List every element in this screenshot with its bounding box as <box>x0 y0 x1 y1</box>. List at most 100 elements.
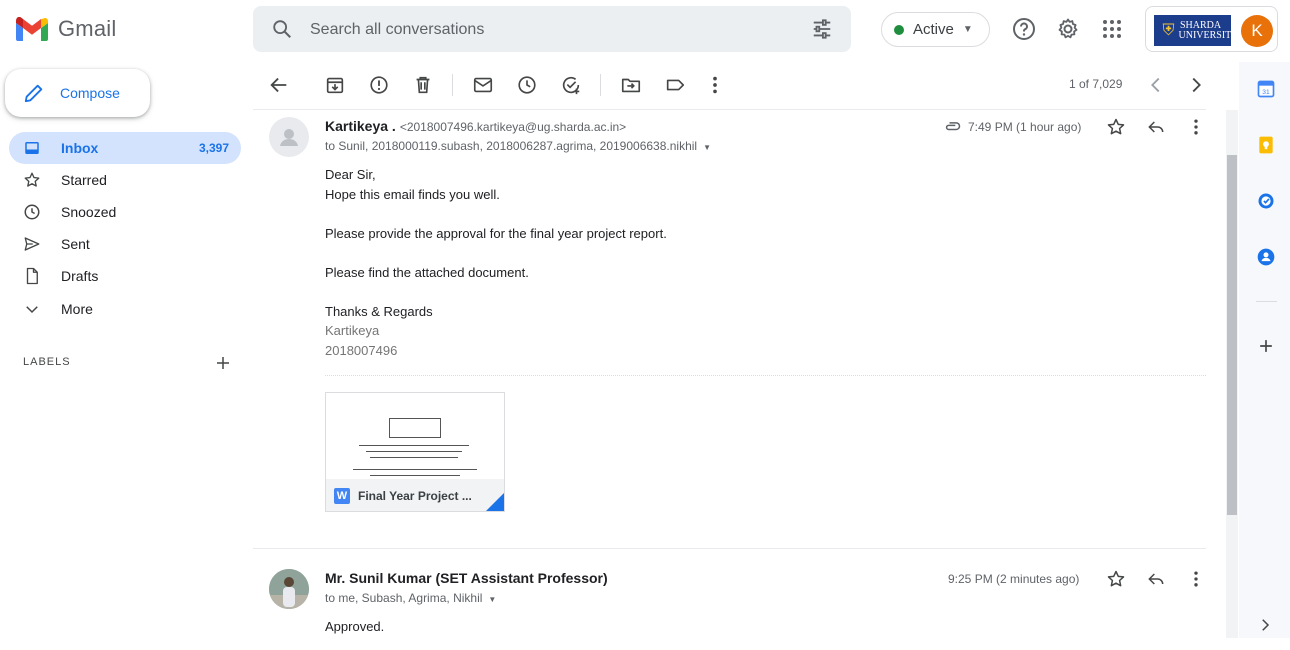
inbox-icon <box>25 142 39 154</box>
status-dot <box>894 24 904 35</box>
contacts-icon[interactable] <box>1256 247 1276 267</box>
add-addon-plus-icon[interactable] <box>1256 336 1276 356</box>
recipients-line[interactable]: to Sunil, 2018000119.subash, 2018006287.… <box>325 139 711 153</box>
sidebar-item-label: More <box>61 301 93 317</box>
labels-heading: LABELS <box>23 356 71 368</box>
chevron-down-icon <box>26 306 38 314</box>
gmail-m-icon <box>16 17 48 41</box>
sidebar-item-sent[interactable]: Sent <box>9 228 241 260</box>
file-icon <box>26 267 38 285</box>
sender-name[interactable]: Mr. Sunil Kumar (SET Assistant Professor… <box>325 570 608 586</box>
search-bar[interactable]: Search all conversations <box>253 6 851 52</box>
gmail-logo[interactable]: Gmail <box>16 16 116 42</box>
message-timestamp: 7:49 PM (1 hour ago) <box>968 120 1082 134</box>
account-avatar[interactable]: K <box>1241 15 1273 47</box>
reply-icon[interactable] <box>1146 117 1166 137</box>
document-logo-image <box>389 418 441 438</box>
sidebar-item-label: Drafts <box>61 268 99 284</box>
message-body-line: Dear Sir, <box>325 167 376 182</box>
attachment-divider <box>325 375 1206 376</box>
account-switcher[interactable]: ⛨ SHARDA UNIVERSITY K <box>1145 6 1278 52</box>
scrollbar-thumb[interactable] <box>1227 155 1237 515</box>
unread-count: 3,397 <box>198 141 229 155</box>
sidebar-item-label: Starred <box>61 172 107 188</box>
more-vertical-icon[interactable] <box>704 74 726 96</box>
search-icon[interactable] <box>271 18 293 40</box>
profile-photo-icon <box>269 569 309 609</box>
sidebar-item-more[interactable]: More <box>9 293 241 325</box>
signature-name: Kartikeya <box>325 323 380 338</box>
sidebar-item-label: Snoozed <box>61 204 117 220</box>
page-corner-fold <box>484 493 504 511</box>
message-timestamp: 9:25 PM (2 minutes ago) <box>948 572 1080 586</box>
chevron-left-icon[interactable] <box>1145 74 1167 96</box>
sender-email: <2018007496.kartikeya@ug.sharda.ac.in> <box>399 120 627 134</box>
compose-label: Compose <box>60 85 120 101</box>
message-body-line: Hope this email finds you well. <box>325 187 500 202</box>
back-arrow-icon[interactable] <box>268 74 290 96</box>
chevron-right-icon[interactable] <box>1185 74 1207 96</box>
compose-button[interactable]: Compose <box>5 69 150 117</box>
toolbar-divider <box>600 74 601 96</box>
star-icon[interactable] <box>1106 569 1126 589</box>
apps-grid-icon[interactable] <box>1100 17 1124 41</box>
recipients-line[interactable]: to me, Subash, Agrima, Nikhil ▼ <box>325 591 496 605</box>
sidebar-item-label: Inbox <box>61 140 99 156</box>
search-options-icon[interactable] <box>811 18 833 40</box>
status-label: Active <box>913 21 954 38</box>
calendar-icon[interactable]: 31 <box>1256 79 1276 99</box>
message-divider <box>253 109 1206 110</box>
report-spam-icon[interactable] <box>368 74 390 96</box>
caret-down-icon[interactable]: ▼ <box>703 143 711 152</box>
reply-icon[interactable] <box>1146 569 1166 589</box>
snooze-clock-icon[interactable] <box>516 74 538 96</box>
pagination-text: 1 of 7,029 <box>1069 77 1123 91</box>
attachment-filename: Final Year Project ... <box>358 489 472 503</box>
signature-id: 2018007496 <box>325 343 398 358</box>
word-doc-icon: W <box>334 488 350 504</box>
sender-avatar[interactable] <box>269 117 309 157</box>
archive-icon[interactable] <box>324 74 346 96</box>
caret-down-icon: ▼ <box>962 24 973 35</box>
app-name: Gmail <box>58 16 117 41</box>
message-divider <box>253 548 1206 549</box>
status-selector[interactable]: Active ▼ <box>881 12 990 47</box>
sidebar-item-drafts[interactable]: Drafts <box>9 260 241 292</box>
attachment-footer: W Final Year Project ... <box>326 479 504 511</box>
mark-unread-mail-icon[interactable] <box>472 74 494 96</box>
more-vertical-icon[interactable] <box>1186 117 1206 137</box>
settings-gear-icon[interactable] <box>1056 17 1080 41</box>
message-body-line: Please find the attached document. <box>325 265 529 280</box>
keep-notes-icon[interactable] <box>1256 135 1276 155</box>
sender-avatar-photo[interactable] <box>269 569 309 609</box>
caret-down-icon[interactable]: ▼ <box>488 595 496 604</box>
sidebar-item-starred[interactable]: Starred <box>9 164 241 196</box>
add-label-icon[interactable] <box>214 354 232 372</box>
send-icon <box>24 237 40 251</box>
sender-name[interactable]: Kartikeya . <2018007496.kartikeya@ug.shar… <box>325 118 626 134</box>
toolbar-divider <box>452 74 453 96</box>
chevron-right-icon[interactable] <box>1256 616 1274 634</box>
organization-logo: ⛨ SHARDA UNIVERSITY <box>1154 15 1239 46</box>
star-icon <box>24 172 40 187</box>
attachment-paperclip-icon <box>945 122 961 131</box>
message-body-line: Approved. <box>325 619 385 634</box>
attachment-card[interactable]: W Final Year Project ... <box>325 392 505 512</box>
sidebar-item-snoozed[interactable]: Snoozed <box>9 196 241 228</box>
help-icon[interactable] <box>1012 17 1036 41</box>
sidebar-item-inbox[interactable]: Inbox 3,397 <box>9 132 241 164</box>
svg-text:31: 31 <box>1262 89 1270 96</box>
star-icon[interactable] <box>1106 117 1126 137</box>
label-tag-icon[interactable] <box>664 74 686 96</box>
move-to-folder-icon[interactable] <box>620 74 642 96</box>
message-body-line: Please provide the approval for the fina… <box>325 226 667 241</box>
more-vertical-icon[interactable] <box>1186 569 1206 589</box>
sidebar-item-label: Sent <box>61 236 90 252</box>
add-task-icon[interactable] <box>560 74 582 96</box>
delete-trash-icon[interactable] <box>412 74 434 96</box>
default-person-icon <box>280 129 298 146</box>
search-input[interactable]: Search all conversations <box>310 21 484 39</box>
side-panel-divider <box>1256 301 1277 302</box>
tasks-icon[interactable] <box>1256 191 1276 211</box>
attachment-thumbnail <box>326 393 504 479</box>
